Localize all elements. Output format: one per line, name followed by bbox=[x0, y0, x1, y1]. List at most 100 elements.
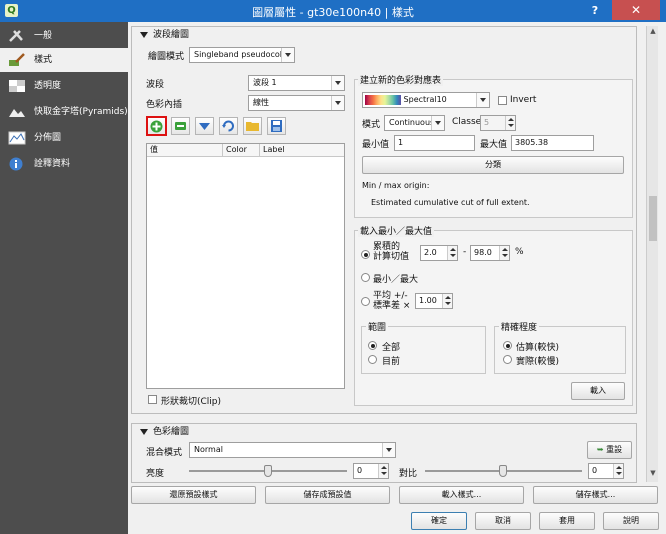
mode-label: 模式 bbox=[362, 120, 381, 130]
help-icon[interactable]: ? bbox=[588, 4, 602, 17]
color-map-table[interactable] bbox=[146, 143, 345, 389]
save-as-default-button[interactable]: 儲存成預設值 bbox=[265, 486, 390, 504]
minmax-origin-label: Min / max origin: bbox=[362, 181, 430, 190]
blend-mode-select[interactable]: Normal bbox=[189, 442, 396, 458]
min-value-input[interactable]: 1 bbox=[394, 135, 475, 151]
sidebar-item-style[interactable]: 樣式 bbox=[0, 48, 128, 72]
chevron-down-icon bbox=[281, 48, 294, 62]
info-icon bbox=[9, 157, 23, 171]
accuracy-estimate-label: 估算(較快) bbox=[516, 343, 560, 353]
load-style-button[interactable]: 載入樣式... bbox=[399, 486, 524, 504]
color-ramp-select[interactable]: Spectral10 bbox=[362, 92, 490, 108]
invert-label: Invert bbox=[510, 95, 537, 105]
column-header-value[interactable]: 值 bbox=[147, 144, 223, 157]
reset-button[interactable]: ➥ 重設 bbox=[587, 441, 632, 459]
load-minmax-button[interactable]: 載入 bbox=[571, 382, 625, 400]
spin-arrows-icon bbox=[613, 464, 623, 478]
sidebar-item-label: 詮釋資料 bbox=[34, 159, 71, 169]
cancel-button[interactable]: 取消 bbox=[475, 512, 531, 530]
save-color-map-button[interactable] bbox=[267, 117, 286, 135]
clip-label: 形狀裁切(Clip) bbox=[161, 397, 222, 407]
sidebar-item-transparency[interactable]: 透明度 bbox=[0, 74, 128, 98]
extent-title: 範圍 bbox=[366, 320, 389, 333]
load-color-map-button[interactable] bbox=[243, 117, 262, 135]
invert-checkbox[interactable] bbox=[498, 96, 507, 105]
render-type-select[interactable]: Singleband pseudocolor bbox=[189, 47, 295, 63]
band-select[interactable]: 波段 1 bbox=[248, 75, 345, 91]
chevron-down-icon bbox=[331, 96, 344, 110]
refresh-icon bbox=[222, 120, 234, 132]
extent-full-radio[interactable] bbox=[368, 341, 377, 350]
stddev-multiplier-spinbox[interactable]: 1.00 bbox=[415, 293, 453, 309]
style-brush-icon bbox=[9, 53, 25, 66]
mean-stddev-label: 平均 +/- 標準差 × bbox=[373, 291, 411, 311]
max-value-input[interactable]: 3805.38 bbox=[511, 135, 594, 151]
interpolation-select[interactable]: 線性 bbox=[248, 95, 345, 111]
spin-arrows-icon bbox=[505, 116, 515, 130]
chevron-down-icon bbox=[476, 93, 489, 107]
cumulative-cut-low-spinbox[interactable]: 2.0 bbox=[420, 245, 458, 261]
spin-arrows-icon bbox=[499, 246, 509, 260]
restore-default-style-button[interactable]: 還原預設樣式 bbox=[131, 486, 256, 504]
blend-mode-label: 混合模式 bbox=[146, 448, 183, 458]
sidebar-item-label: 快取金字塔(Pyramids) bbox=[34, 107, 128, 117]
chevron-down-icon bbox=[431, 116, 444, 130]
title-bar: Q 圖層屬性 - gt30e100n40 | 樣式 ? ✕ bbox=[0, 0, 666, 22]
classes-spinbox[interactable]: 5 bbox=[480, 115, 516, 131]
chevron-down-icon bbox=[331, 76, 344, 90]
min-label: 最小值 bbox=[362, 140, 390, 150]
spin-arrows-icon bbox=[442, 294, 452, 308]
sidebar-item-histogram[interactable]: 分佈圖 bbox=[0, 126, 128, 150]
scroll-up-icon[interactable]: ▲ bbox=[648, 27, 658, 35]
extent-current-radio[interactable] bbox=[368, 355, 377, 364]
scroll-thumb[interactable] bbox=[649, 196, 657, 241]
accuracy-estimate-radio[interactable] bbox=[503, 341, 512, 350]
collapse-icon bbox=[140, 31, 148, 38]
collapse-icon bbox=[140, 428, 148, 435]
percent-unit: % bbox=[515, 247, 524, 257]
brightness-spinbox[interactable]: 0 bbox=[353, 463, 389, 479]
sidebar-item-pyramids[interactable]: 快取金字塔(Pyramids) bbox=[0, 100, 128, 124]
brightness-slider-handle[interactable] bbox=[264, 465, 272, 477]
band-render-header[interactable]: 波段繪圖 bbox=[140, 27, 189, 40]
ok-button[interactable]: 確定 bbox=[411, 512, 467, 530]
mode-select[interactable]: Continuous bbox=[384, 115, 445, 131]
sidebar-item-metadata[interactable]: 詮釋資料 bbox=[0, 152, 128, 176]
cumulative-cut-high-spinbox[interactable]: 98.0 bbox=[470, 245, 510, 261]
sidebar-item-label: 分佈圖 bbox=[34, 133, 62, 143]
accuracy-title: 精確程度 bbox=[499, 320, 540, 333]
sidebar-item-general[interactable]: 一般 bbox=[0, 24, 128, 48]
cumulative-cut-radio[interactable] bbox=[361, 250, 370, 259]
sidebar-item-label: 樣式 bbox=[34, 55, 53, 65]
new-color-map-title: 建立新的色彩對應表 bbox=[358, 73, 444, 86]
refresh-button[interactable] bbox=[219, 117, 238, 135]
minus-icon bbox=[175, 122, 186, 130]
color-render-header[interactable]: 色彩繪圖 bbox=[140, 424, 189, 437]
spin-arrows-icon bbox=[447, 246, 457, 260]
contrast-slider-handle[interactable] bbox=[499, 465, 507, 477]
minmax-label: 最小／最大 bbox=[373, 275, 419, 285]
help-button[interactable]: 說明 bbox=[603, 512, 659, 530]
contrast-spinbox[interactable]: 0 bbox=[588, 463, 624, 479]
save-style-button[interactable]: 儲存樣式... bbox=[533, 486, 658, 504]
vertical-scrollbar[interactable]: ▲ ▼ bbox=[646, 26, 658, 482]
accuracy-actual-radio[interactable] bbox=[503, 355, 512, 364]
column-header-color[interactable]: Color bbox=[223, 144, 260, 157]
close-button[interactable]: ✕ bbox=[612, 0, 660, 20]
minmax-radio[interactable] bbox=[361, 273, 370, 282]
classify-button[interactable]: 分類 bbox=[362, 156, 624, 174]
contrast-label: 對比 bbox=[399, 469, 418, 479]
spin-arrows-icon bbox=[378, 464, 388, 478]
apply-button[interactable]: 套用 bbox=[539, 512, 595, 530]
chevron-down-icon bbox=[382, 443, 395, 457]
add-entry-button[interactable] bbox=[146, 116, 167, 136]
sort-entries-button[interactable] bbox=[195, 117, 214, 135]
pyramid-icon bbox=[9, 109, 25, 117]
remove-entry-button[interactable] bbox=[171, 117, 190, 135]
scroll-down-icon[interactable]: ▼ bbox=[648, 469, 658, 477]
clip-checkbox[interactable] bbox=[148, 395, 157, 404]
column-header-label[interactable]: Label bbox=[260, 144, 344, 157]
sidebar-item-label: 透明度 bbox=[34, 81, 62, 91]
max-label: 最大值 bbox=[480, 140, 508, 150]
mean-stddev-radio[interactable] bbox=[361, 297, 370, 306]
